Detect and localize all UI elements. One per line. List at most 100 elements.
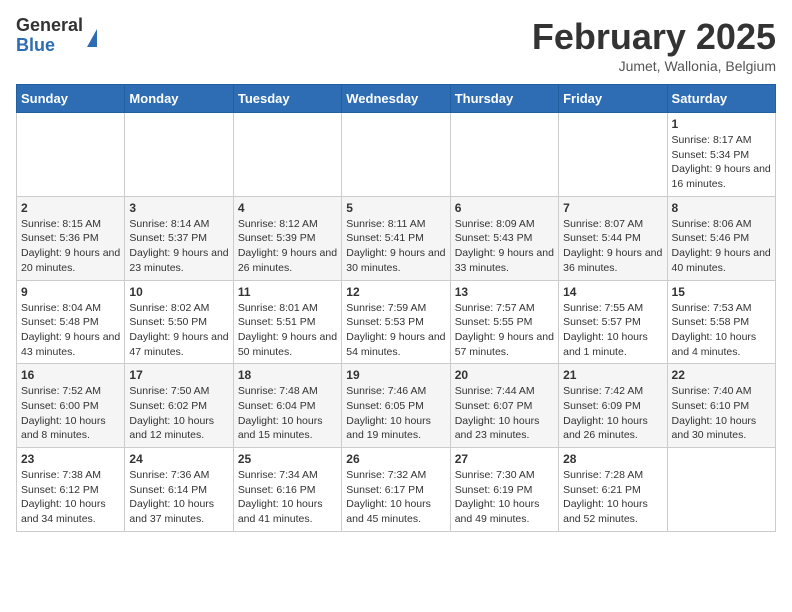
day-number: 11 xyxy=(238,285,337,299)
calendar-cell: 11 Sunrise: 8:01 AM Sunset: 5:51 PM Dayli… xyxy=(233,280,341,364)
day-info: Sunrise: 8:17 AM Sunset: 5:34 PM Dayligh… xyxy=(672,133,771,192)
title-block: February 2025 Jumet, Wallonia, Belgium xyxy=(532,16,776,74)
day-info: Sunrise: 7:57 AM Sunset: 5:55 PM Dayligh… xyxy=(455,301,554,360)
calendar-header-sunday: Sunday xyxy=(17,85,125,113)
day-number: 7 xyxy=(563,201,662,215)
calendar-week-row: 2 Sunrise: 8:15 AM Sunset: 5:36 PM Daylig… xyxy=(17,196,776,280)
day-info: Sunrise: 7:42 AM Sunset: 6:09 PM Dayligh… xyxy=(563,384,662,443)
calendar-header-saturday: Saturday xyxy=(667,85,775,113)
calendar-week-row: 1 Sunrise: 8:17 AM Sunset: 5:34 PM Daylig… xyxy=(17,113,776,197)
day-number: 19 xyxy=(346,368,445,382)
day-number: 3 xyxy=(129,201,228,215)
calendar-cell: 24 Sunrise: 7:36 AM Sunset: 6:14 PM Dayli… xyxy=(125,448,233,532)
day-number: 21 xyxy=(563,368,662,382)
calendar-cell: 16 Sunrise: 7:52 AM Sunset: 6:00 PM Dayli… xyxy=(17,364,125,448)
calendar-week-row: 23 Sunrise: 7:38 AM Sunset: 6:12 PM Dayli… xyxy=(17,448,776,532)
day-number: 22 xyxy=(672,368,771,382)
day-info: Sunrise: 7:48 AM Sunset: 6:04 PM Dayligh… xyxy=(238,384,337,443)
day-info: Sunrise: 7:38 AM Sunset: 6:12 PM Dayligh… xyxy=(21,468,120,527)
calendar-cell: 21 Sunrise: 7:42 AM Sunset: 6:09 PM Dayli… xyxy=(559,364,667,448)
calendar-cell: 10 Sunrise: 8:02 AM Sunset: 5:50 PM Dayli… xyxy=(125,280,233,364)
day-info: Sunrise: 7:59 AM Sunset: 5:53 PM Dayligh… xyxy=(346,301,445,360)
day-info: Sunrise: 7:50 AM Sunset: 6:02 PM Dayligh… xyxy=(129,384,228,443)
day-info: Sunrise: 7:40 AM Sunset: 6:10 PM Dayligh… xyxy=(672,384,771,443)
calendar-cell xyxy=(342,113,450,197)
day-info: Sunrise: 8:02 AM Sunset: 5:50 PM Dayligh… xyxy=(129,301,228,360)
day-info: Sunrise: 7:46 AM Sunset: 6:05 PM Dayligh… xyxy=(346,384,445,443)
calendar-cell: 4 Sunrise: 8:12 AM Sunset: 5:39 PM Daylig… xyxy=(233,196,341,280)
calendar-cell xyxy=(450,113,558,197)
day-info: Sunrise: 8:11 AM Sunset: 5:41 PM Dayligh… xyxy=(346,217,445,276)
calendar-week-row: 16 Sunrise: 7:52 AM Sunset: 6:00 PM Dayli… xyxy=(17,364,776,448)
calendar-cell: 23 Sunrise: 7:38 AM Sunset: 6:12 PM Dayli… xyxy=(17,448,125,532)
day-info: Sunrise: 8:01 AM Sunset: 5:51 PM Dayligh… xyxy=(238,301,337,360)
day-number: 24 xyxy=(129,452,228,466)
calendar-header-tuesday: Tuesday xyxy=(233,85,341,113)
day-number: 20 xyxy=(455,368,554,382)
day-number: 18 xyxy=(238,368,337,382)
calendar-cell: 6Sunrise: 8:09 AM Sunset: 5:43 PM Daylig… xyxy=(450,196,558,280)
calendar-cell: 25 Sunrise: 7:34 AM Sunset: 6:16 PM Dayli… xyxy=(233,448,341,532)
calendar-cell: 22 Sunrise: 7:40 AM Sunset: 6:10 PM Dayli… xyxy=(667,364,775,448)
calendar-cell: 27 Sunrise: 7:30 AM Sunset: 6:19 PM Dayli… xyxy=(450,448,558,532)
calendar-cell: 14 Sunrise: 7:55 AM Sunset: 5:57 PM Dayli… xyxy=(559,280,667,364)
day-number: 27 xyxy=(455,452,554,466)
day-info: Sunrise: 8:07 AM Sunset: 5:44 PM Dayligh… xyxy=(563,217,662,276)
day-number: 17 xyxy=(129,368,228,382)
logo-general: General xyxy=(16,16,83,36)
calendar-cell: 26Sunrise: 7:32 AM Sunset: 6:17 PM Dayli… xyxy=(342,448,450,532)
calendar-cell xyxy=(559,113,667,197)
day-number: 25 xyxy=(238,452,337,466)
day-info: Sunrise: 7:36 AM Sunset: 6:14 PM Dayligh… xyxy=(129,468,228,527)
day-info: Sunrise: 8:15 AM Sunset: 5:36 PM Dayligh… xyxy=(21,217,120,276)
calendar-cell: 19 Sunrise: 7:46 AM Sunset: 6:05 PM Dayli… xyxy=(342,364,450,448)
logo-text: General Blue xyxy=(16,16,83,56)
calendar-header-thursday: Thursday xyxy=(450,85,558,113)
logo: General Blue xyxy=(16,16,97,56)
day-number: 2 xyxy=(21,201,120,215)
day-number: 16 xyxy=(21,368,120,382)
day-number: 14 xyxy=(563,285,662,299)
day-info: Sunrise: 7:34 AM Sunset: 6:16 PM Dayligh… xyxy=(238,468,337,527)
day-info: Sunrise: 7:52 AM Sunset: 6:00 PM Dayligh… xyxy=(21,384,120,443)
calendar-cell: 2 Sunrise: 8:15 AM Sunset: 5:36 PM Daylig… xyxy=(17,196,125,280)
day-info: Sunrise: 7:53 AM Sunset: 5:58 PM Dayligh… xyxy=(672,301,771,360)
day-number: 10 xyxy=(129,285,228,299)
logo-blue: Blue xyxy=(16,36,83,56)
day-info: Sunrise: 7:55 AM Sunset: 5:57 PM Dayligh… xyxy=(563,301,662,360)
calendar-cell: 18 Sunrise: 7:48 AM Sunset: 6:04 PM Dayli… xyxy=(233,364,341,448)
calendar-cell: 7 Sunrise: 8:07 AM Sunset: 5:44 PM Daylig… xyxy=(559,196,667,280)
calendar-cell: 20 Sunrise: 7:44 AM Sunset: 6:07 PM Dayli… xyxy=(450,364,558,448)
calendar-cell: 13 Sunrise: 7:57 AM Sunset: 5:55 PM Dayli… xyxy=(450,280,558,364)
day-info: Sunrise: 8:06 AM Sunset: 5:46 PM Dayligh… xyxy=(672,217,771,276)
calendar-week-row: 9Sunrise: 8:04 AM Sunset: 5:48 PM Daylig… xyxy=(17,280,776,364)
day-number: 13 xyxy=(455,285,554,299)
day-number: 5 xyxy=(346,201,445,215)
day-info: Sunrise: 7:30 AM Sunset: 6:19 PM Dayligh… xyxy=(455,468,554,527)
calendar-cell xyxy=(233,113,341,197)
calendar-cell: 1 Sunrise: 8:17 AM Sunset: 5:34 PM Daylig… xyxy=(667,113,775,197)
day-number: 15 xyxy=(672,285,771,299)
calendar-cell xyxy=(667,448,775,532)
day-info: Sunrise: 7:32 AM Sunset: 6:17 PM Dayligh… xyxy=(346,468,445,527)
day-number: 23 xyxy=(21,452,120,466)
calendar-cell: 9Sunrise: 8:04 AM Sunset: 5:48 PM Daylig… xyxy=(17,280,125,364)
day-info: Sunrise: 8:14 AM Sunset: 5:37 PM Dayligh… xyxy=(129,217,228,276)
calendar-cell: 28Sunrise: 7:28 AM Sunset: 6:21 PM Dayli… xyxy=(559,448,667,532)
day-info: Sunrise: 7:28 AM Sunset: 6:21 PM Dayligh… xyxy=(563,468,662,527)
calendar-cell: 12 Sunrise: 7:59 AM Sunset: 5:53 PM Dayli… xyxy=(342,280,450,364)
calendar-cell: 3 Sunrise: 8:14 AM Sunset: 5:37 PM Daylig… xyxy=(125,196,233,280)
day-number: 8 xyxy=(672,201,771,215)
day-info: Sunrise: 7:44 AM Sunset: 6:07 PM Dayligh… xyxy=(455,384,554,443)
page-header: General Blue February 2025 Jumet, Wallon… xyxy=(16,16,776,74)
calendar-header-wednesday: Wednesday xyxy=(342,85,450,113)
day-number: 1 xyxy=(672,117,771,131)
day-number: 4 xyxy=(238,201,337,215)
day-number: 6 xyxy=(455,201,554,215)
day-info: Sunrise: 8:12 AM Sunset: 5:39 PM Dayligh… xyxy=(238,217,337,276)
location: Jumet, Wallonia, Belgium xyxy=(532,58,776,74)
calendar-cell: 17 Sunrise: 7:50 AM Sunset: 6:02 PM Dayli… xyxy=(125,364,233,448)
day-number: 9 xyxy=(21,285,120,299)
calendar-table: SundayMondayTuesdayWednesdayThursdayFrid… xyxy=(16,84,776,532)
day-number: 12 xyxy=(346,285,445,299)
